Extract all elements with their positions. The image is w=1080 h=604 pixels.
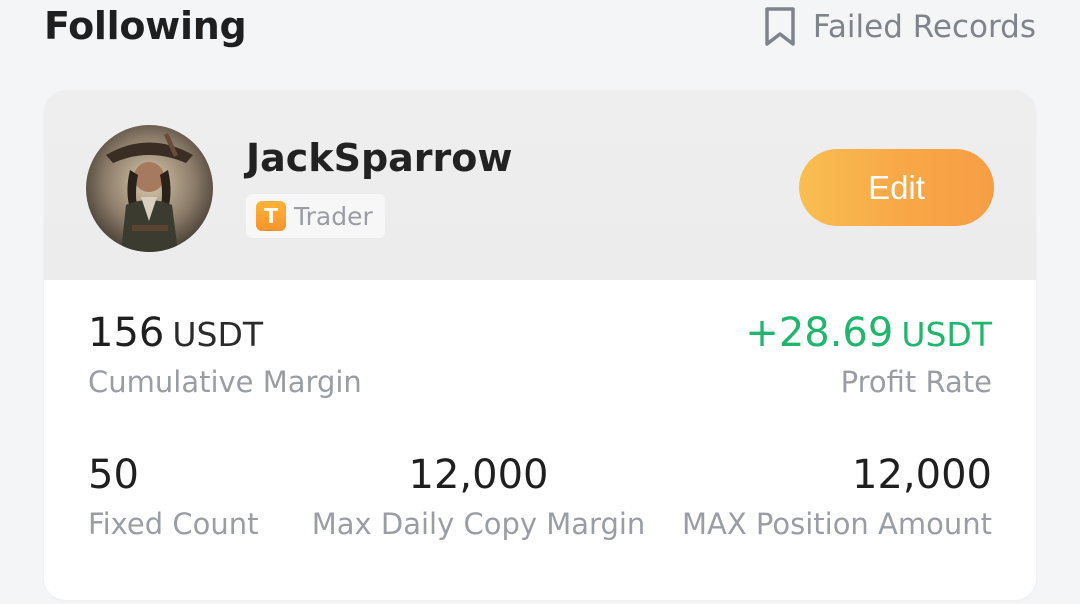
trader-badge: T Trader bbox=[246, 194, 385, 238]
cumulative-margin-stat: 156 USDT Cumulative Margin bbox=[88, 311, 362, 399]
max-daily-copy-margin-value: 12,000 bbox=[408, 452, 549, 498]
page-title: Following bbox=[44, 4, 247, 48]
trader-badge-icon: T bbox=[256, 201, 286, 231]
cumulative-margin-value: 156 bbox=[88, 310, 165, 356]
trader-badge-label: Trader bbox=[294, 201, 373, 231]
bookmark-icon bbox=[763, 6, 797, 48]
max-position-amount-value: 12,000 bbox=[852, 452, 992, 498]
trader-card: JackSparrow T Trader Edit 156 USDT Cumula… bbox=[44, 90, 1036, 600]
trader-name: JackSparrow bbox=[246, 136, 513, 180]
profit-rate-value: +28.69 bbox=[745, 310, 894, 356]
profit-rate-unit: USDT bbox=[901, 315, 992, 354]
fixed-count-stat: 50 Fixed Count bbox=[88, 453, 259, 541]
max-daily-copy-margin-stat: 12,000 Max Daily Copy Margin bbox=[306, 453, 651, 541]
max-position-amount-label: MAX Position Amount bbox=[681, 507, 992, 541]
fixed-count-value: 50 bbox=[88, 452, 139, 498]
cumulative-margin-unit: USDT bbox=[172, 315, 264, 354]
fixed-count-label: Fixed Count bbox=[88, 507, 259, 541]
avatar[interactable] bbox=[86, 125, 213, 252]
failed-records-button[interactable]: Failed Records bbox=[763, 6, 1036, 48]
edit-button[interactable]: Edit bbox=[799, 149, 994, 226]
max-position-amount-stat: 12,000 MAX Position Amount bbox=[682, 453, 992, 541]
cumulative-margin-label: Cumulative Margin bbox=[88, 365, 362, 399]
max-daily-copy-margin-label: Max Daily Copy Margin bbox=[311, 507, 646, 541]
failed-records-label: Failed Records bbox=[812, 9, 1036, 45]
profit-rate-stat: +28.69 USDT Profit Rate bbox=[745, 311, 992, 399]
profit-rate-label: Profit Rate bbox=[840, 365, 992, 399]
